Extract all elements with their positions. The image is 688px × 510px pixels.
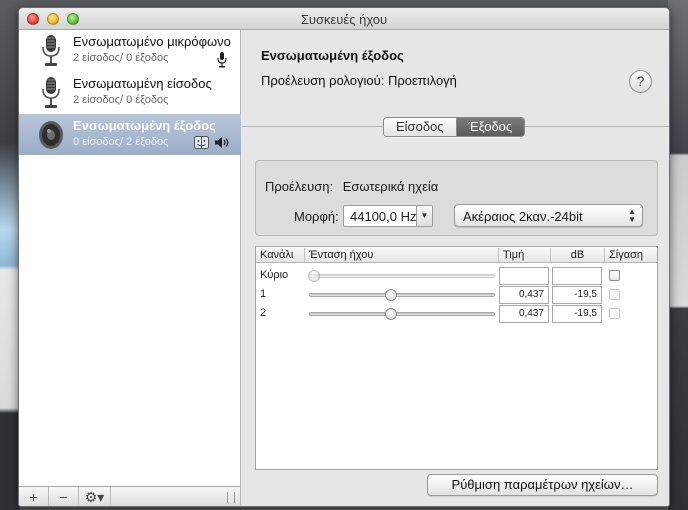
mute-checkbox[interactable]	[609, 289, 620, 300]
db-field[interactable]	[552, 267, 602, 285]
input-microphone-icon	[217, 52, 227, 68]
volume-slider-knob[interactable]	[385, 289, 397, 301]
device-io-count: 2 είσοδος/ 0 έξοδος	[73, 94, 169, 106]
window-title: Συσκευές ήχου	[300, 12, 388, 27]
value-field[interactable]	[499, 267, 549, 285]
device-list: Ενσωματωμένο μικρόφωνο 2 είσοδος/ 0 έξοδ…	[19, 30, 241, 486]
source-label: Προέλευση:	[265, 179, 334, 194]
clock-source-label: Προέλευση ρολογιού:	[261, 73, 385, 88]
table-row-channel-1: 1 0,437 -19,5	[256, 285, 657, 304]
help-button[interactable]: ?	[629, 70, 652, 93]
column-header-volume[interactable]: Ένταση ήχου	[305, 248, 499, 262]
volume-slider[interactable]	[309, 293, 495, 297]
audio-devices-window: Συσκευές ήχου Ενσωματωμένο μικρόφωνο 2 ε…	[18, 7, 670, 507]
volume-slider-knob[interactable]	[385, 308, 397, 320]
table-row-master: Κύριο	[256, 266, 657, 285]
source-value: Εσωτερικά ηχεία	[342, 179, 439, 194]
db-field[interactable]: -19,5	[552, 286, 602, 304]
sidebar-toolbar: + − ⚙▾	[19, 486, 241, 506]
default-output-finder-icon	[194, 136, 209, 149]
add-device-button[interactable]: +	[19, 487, 49, 506]
channel-volume-table: Κανάλι Ένταση ήχου Τιμή dB Σίγαση Κύριο …	[255, 246, 658, 470]
db-field[interactable]: -19,5	[552, 305, 602, 323]
device-item-builtin-microphone[interactable]: Ενσωματωμένο μικρόφωνο 2 είσοδος/ 0 έξοδ…	[19, 30, 241, 71]
volume-slider[interactable]	[309, 274, 495, 278]
device-detail-pane: Ενσωματωμένη έξοδος Προέλευση ρολογιού: …	[242, 30, 669, 506]
column-header-channel[interactable]: Κανάλι	[256, 248, 305, 262]
desktop-background-left	[0, 0, 20, 510]
sample-rate-combo[interactable]: 44100,0 Hz ▼	[343, 205, 433, 227]
mute-checkbox[interactable]	[609, 308, 620, 319]
value-field[interactable]: 0,437	[499, 305, 549, 323]
volume-slider-knob[interactable]	[308, 270, 320, 282]
tab-input[interactable]: Είσοδος	[384, 118, 457, 136]
resize-grip-icon[interactable]	[227, 492, 235, 503]
title-bar: Συσκευές ήχου	[19, 8, 669, 30]
remove-device-button[interactable]: −	[49, 487, 79, 506]
desktop-background-right	[668, 0, 688, 510]
clock-source-value[interactable]: Προεπιλογή	[388, 73, 457, 88]
updown-arrows-icon: ▲ ▼	[628, 207, 636, 224]
mute-checkbox[interactable]	[609, 270, 620, 281]
device-name: Ενσωματωμένη είσοδος	[73, 76, 212, 91]
value-field[interactable]: 0,437	[499, 286, 549, 304]
table-row-channel-2: 2 0,437 -19,5	[256, 304, 657, 323]
device-io-count: 0 είσοδος/ 2 έξοδος	[73, 136, 169, 148]
channel-name: 1	[260, 288, 267, 300]
microphone-icon	[42, 35, 60, 66]
source-row: Προέλευση: Εσωτερικά ηχεία	[265, 179, 438, 194]
device-item-builtin-input[interactable]: Ενσωματωμένη είσοδος 2 είσοδος/ 0 έξοδος	[19, 72, 241, 113]
channel-name: 2	[260, 307, 267, 319]
device-name: Ενσωματωμένο μικρόφωνο	[73, 34, 231, 49]
input-output-tabs: Είσοδος Έξοδος	[383, 117, 526, 137]
tab-output[interactable]: Έξοδος	[456, 118, 525, 136]
column-header-db[interactable]: dB	[551, 248, 605, 262]
table-header: Κανάλι Ένταση ήχου Τιμή dB Σίγαση	[256, 247, 657, 263]
format-label: Μορφή:	[294, 209, 339, 224]
bit-format-popup[interactable]: Ακέραιος 2καν.-24bit ▲ ▼	[454, 204, 643, 227]
output-settings-group: Προέλευση: Εσωτερικά ηχεία Μορφή: 44100,…	[255, 160, 658, 236]
column-header-mute[interactable]: Σίγαση	[605, 248, 659, 262]
speaker-icon	[39, 121, 63, 149]
volume-slider[interactable]	[309, 312, 495, 316]
bit-format-value: Ακέραιος 2καν.-24bit	[463, 209, 583, 224]
configure-speakers-button[interactable]: Ρύθμιση παραμέτρων ηχείων…	[427, 474, 658, 496]
clock-source-row: Προέλευση ρολογιού: Προεπιλογή	[261, 73, 457, 88]
default-output-speaker-icon	[215, 137, 229, 148]
device-item-builtin-output[interactable]: Ενσωματωμένη έξοδος 0 είσοδος/ 2 έξοδος	[19, 114, 241, 155]
column-header-value[interactable]: Τιμή	[499, 248, 551, 262]
device-name: Ενσωματωμένη έξοδος	[73, 118, 216, 133]
gear-menu-button[interactable]: ⚙▾	[79, 487, 111, 506]
sample-rate-value[interactable]: 44100,0 Hz	[350, 209, 417, 224]
microphone-icon	[42, 77, 60, 108]
channel-name: Κύριο	[260, 269, 289, 281]
chevron-down-icon[interactable]: ▼	[416, 206, 432, 226]
device-io-count: 2 είσοδος/ 0 έξοδος	[73, 52, 169, 64]
device-title: Ενσωματωμένη έξοδος	[261, 48, 404, 63]
